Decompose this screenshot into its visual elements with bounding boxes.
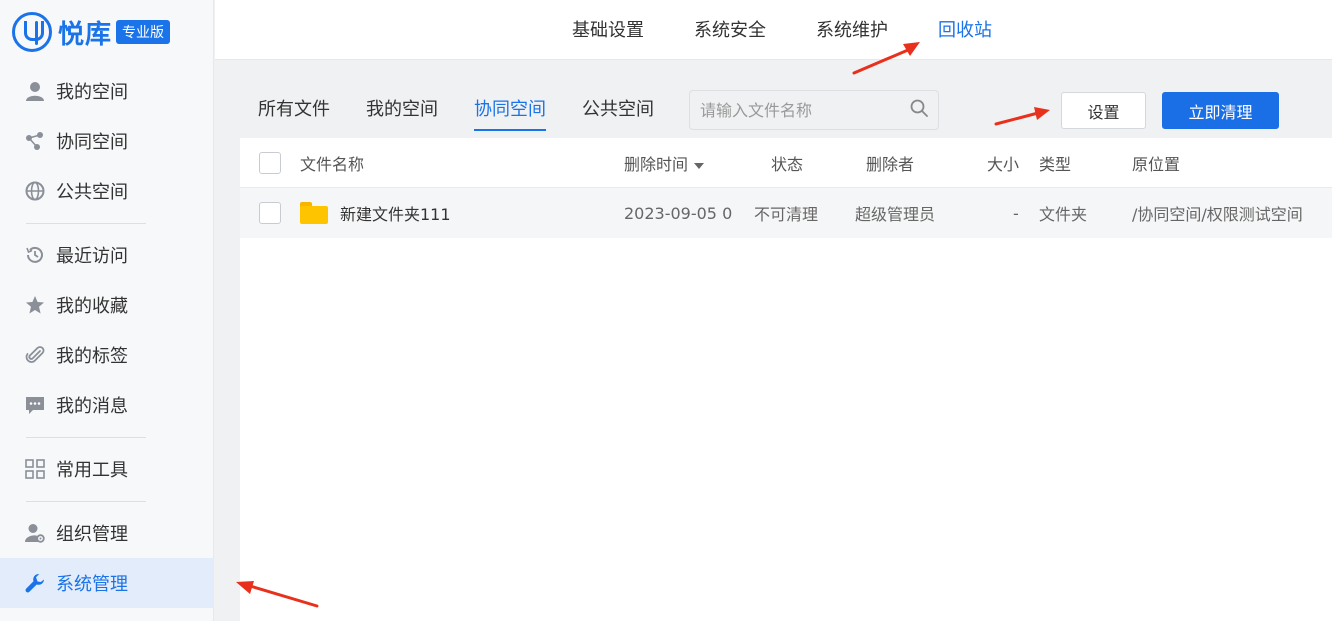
sidebar-item-label: 我的收藏 bbox=[56, 296, 128, 317]
user-icon bbox=[24, 80, 46, 102]
sidebar-item-system-management[interactable]: 系统管理 bbox=[0, 558, 214, 608]
sidebar-item-tags[interactable]: 我的标签 bbox=[0, 330, 214, 380]
wrench-icon bbox=[24, 572, 46, 594]
tab-all-files[interactable]: 所有文件 bbox=[258, 95, 330, 131]
select-all-checkbox[interactable] bbox=[259, 152, 281, 174]
message-icon bbox=[24, 394, 46, 416]
star-icon bbox=[24, 294, 46, 316]
globe-icon bbox=[24, 180, 46, 202]
select-all-cell bbox=[259, 138, 281, 188]
sidebar-item-label: 我的消息 bbox=[56, 396, 128, 417]
tab-collab-space[interactable]: 协同空间 bbox=[474, 95, 546, 131]
sidebar-item-messages[interactable]: 我的消息 bbox=[0, 380, 214, 430]
tab-my-space[interactable]: 我的空间 bbox=[366, 95, 438, 131]
sidebar-divider bbox=[26, 223, 146, 224]
header-original-location: 原位置 bbox=[1132, 155, 1181, 174]
header-deleted-time-label: 删除时间 bbox=[624, 155, 689, 174]
search-icon[interactable] bbox=[910, 99, 928, 121]
app-logo[interactable]: 悦库 专业版 bbox=[12, 12, 171, 52]
logo-icon bbox=[12, 12, 52, 52]
settings-button[interactable]: 设置 bbox=[1061, 92, 1146, 129]
share-icon bbox=[24, 130, 46, 152]
row-checkbox[interactable] bbox=[259, 202, 281, 224]
sidebar-item-org-management[interactable]: 组织管理 bbox=[0, 508, 214, 558]
row-size: - bbox=[1013, 203, 1019, 223]
topnav-basic-settings[interactable]: 基础设置 bbox=[572, 16, 644, 42]
sidebar-item-public-space[interactable]: 公共空间 bbox=[0, 166, 214, 216]
main-content: 所有文件 我的空间 协同空间 公共空间 设置 立即清理 文件名称 删除时间 状态… bbox=[240, 60, 1332, 621]
sidebar-item-label: 我的空间 bbox=[56, 82, 128, 103]
history-icon bbox=[24, 244, 46, 266]
sidebar-item-label: 系统管理 bbox=[56, 574, 128, 595]
row-name-cell[interactable]: 新建文件夹111 bbox=[300, 188, 451, 238]
edition-badge: 专业版 bbox=[116, 20, 171, 44]
header-status: 状态 bbox=[771, 155, 804, 174]
row-deleted-by: 超级管理员 bbox=[855, 205, 936, 224]
row-type: 文件夹 bbox=[1039, 205, 1088, 224]
search-input[interactable] bbox=[700, 100, 910, 120]
topnav-recycle-bin[interactable]: 回收站 bbox=[938, 16, 992, 42]
row-select-cell bbox=[259, 188, 281, 238]
sidebar-item-favorites[interactable]: 我的收藏 bbox=[0, 280, 214, 330]
topnav-system-security[interactable]: 系统安全 bbox=[694, 16, 766, 42]
sidebar-divider bbox=[26, 437, 146, 438]
sidebar-item-label: 公共空间 bbox=[56, 182, 128, 203]
sidebar-item-label: 常用工具 bbox=[56, 460, 128, 481]
sidebar: 悦库 专业版 我的空间 协同空间 公共空间 最近访问 我的收藏 我的标签 我的消… bbox=[0, 0, 214, 621]
row-original-location: /协同空间/权限测试空间 bbox=[1132, 205, 1303, 224]
folder-icon bbox=[300, 202, 328, 224]
space-tabs: 所有文件 我的空间 协同空间 公共空间 bbox=[258, 95, 690, 131]
org-user-gear-icon bbox=[24, 522, 46, 544]
row-file-name[interactable]: 新建文件夹111 bbox=[340, 201, 451, 225]
sidebar-divider bbox=[26, 501, 146, 502]
topnav-system-maintenance[interactable]: 系统维护 bbox=[816, 16, 888, 42]
sidebar-item-label: 协同空间 bbox=[56, 132, 128, 153]
header-type: 类型 bbox=[1039, 155, 1072, 174]
sidebar-item-tools[interactable]: 常用工具 bbox=[0, 444, 214, 494]
sidebar-item-collab-space[interactable]: 协同空间 bbox=[0, 116, 214, 166]
row-deleted-time: 2023-09-05 0 bbox=[624, 203, 733, 223]
header-deleted-by: 删除者 bbox=[866, 155, 915, 174]
sort-desc-icon bbox=[694, 154, 705, 173]
sidebar-item-my-space[interactable]: 我的空间 bbox=[0, 66, 214, 116]
row-status: 不可清理 bbox=[754, 205, 819, 224]
search-box bbox=[689, 90, 939, 130]
sidebar-item-label: 组织管理 bbox=[56, 524, 128, 545]
header-size: 大小 bbox=[987, 155, 1020, 174]
sidebar-item-label: 最近访问 bbox=[56, 246, 128, 267]
logo-text: 悦库 bbox=[58, 19, 113, 50]
table-header: 文件名称 删除时间 状态 删除者 大小 类型 原位置 bbox=[240, 138, 1332, 188]
grid-icon bbox=[24, 458, 46, 480]
table-row[interactable]: 新建文件夹111 2023-09-05 0 不可清理 超级管理员 - 文件夹 /… bbox=[240, 188, 1332, 238]
clean-now-button[interactable]: 立即清理 bbox=[1162, 92, 1279, 129]
sidebar-nav: 我的空间 协同空间 公共空间 最近访问 我的收藏 我的标签 我的消息 常用工具 … bbox=[0, 66, 214, 608]
header-name[interactable]: 文件名称 bbox=[300, 138, 364, 188]
header-deleted-time[interactable]: 删除时间 bbox=[624, 138, 705, 188]
top-nav: 基础设置 系统安全 系统维护 回收站 bbox=[572, 0, 1042, 58]
sidebar-item-recent[interactable]: 最近访问 bbox=[0, 230, 214, 280]
tab-public-space[interactable]: 公共空间 bbox=[582, 95, 654, 131]
paperclip-icon bbox=[24, 344, 46, 366]
top-bar: 基础设置 系统安全 系统维护 回收站 bbox=[215, 0, 1332, 60]
recycle-table: 文件名称 删除时间 状态 删除者 大小 类型 原位置 新建文件夹111 2023… bbox=[240, 138, 1332, 621]
sidebar-item-label: 我的标签 bbox=[56, 346, 128, 367]
